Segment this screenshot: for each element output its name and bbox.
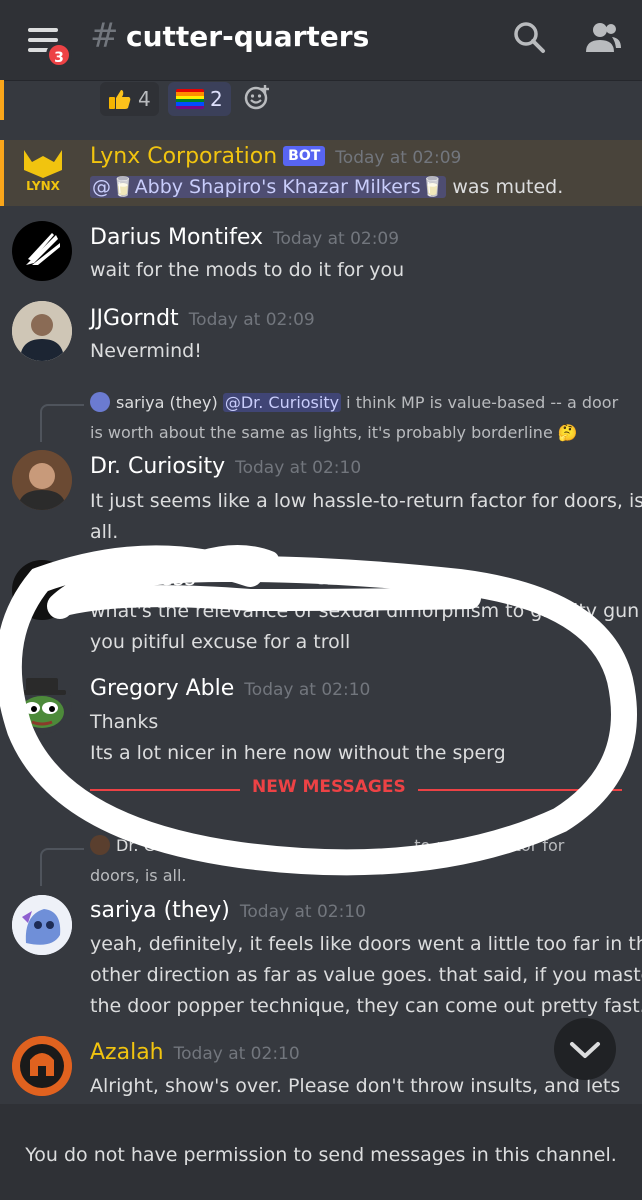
message-author[interactable]: sariya (they) Today at 02:10 — [90, 898, 366, 923]
message-content-line2: Its a lot nicer in here now without the … — [90, 742, 506, 764]
message-author[interactable]: Azalah Today at 02:10 — [90, 1040, 300, 1065]
hamburger-menu-icon[interactable]: 3 — [24, 20, 72, 68]
channel-title: cutter-quarters — [126, 20, 370, 53]
avatar[interactable] — [12, 450, 72, 510]
reply-preview-line2: is worth about the same as lights, it's … — [90, 423, 578, 442]
reaction-rainbow-flag[interactable]: 2 — [168, 82, 231, 116]
timestamp: 02:10 — [315, 570, 365, 590]
reply-preview[interactable]: Dr. Curiosity to-return factor for — [90, 831, 564, 860]
message-author[interactable]: Darius Montifex Today at 02:09 — [90, 225, 399, 250]
message-content: wait for the mods to do it for you — [90, 259, 405, 281]
timestamp: Today at 02:09 — [335, 148, 462, 168]
user-mention[interactable]: @🥛Abby Shapiro's Khazar Milkers🥛 — [90, 176, 447, 198]
avatar[interactable] — [12, 674, 72, 734]
message-lynx[interactable]: LYNX Lynx Corporation BOT Today at 02:09 @… — [0, 140, 642, 206]
avatar[interactable] — [12, 560, 72, 620]
timestamp: Today at 02:10 — [244, 680, 371, 700]
timestamp: Today at 02:10 — [235, 458, 362, 478]
message-content: Nevermind! — [90, 340, 202, 362]
channel-hash-icon: # — [90, 16, 119, 56]
reaction-thumbs-up[interactable]: 4 — [100, 82, 159, 116]
reply-connector — [40, 848, 84, 886]
unread-badge: 3 — [46, 42, 72, 68]
new-messages-label: NEW MESSAGES — [240, 777, 418, 797]
user-mention[interactable]: @Dr. Curiosity — [222, 393, 342, 412]
reply-avatar — [90, 835, 110, 855]
channel-header: 3 # cutter-quarters — [0, 0, 642, 80]
message-author[interactable]: stringless 02:10 — [90, 566, 365, 591]
message-content: Thanks — [90, 711, 159, 733]
rainbow-flag-icon — [176, 89, 204, 109]
reaction-count: 4 — [138, 87, 151, 111]
avatar[interactable] — [12, 895, 72, 955]
timestamp: Today at 02:10 — [239, 902, 366, 922]
reply-preview-line2: doors, is all. — [90, 866, 187, 885]
message-content-line2: all. — [90, 521, 119, 543]
message-input-disabled: You do not have permission to send messa… — [0, 1104, 642, 1200]
thumbs-up-icon — [109, 90, 131, 109]
bot-tag: BOT — [283, 146, 326, 166]
message-author[interactable]: Lynx Corporation BOT Today at 02:09 — [90, 144, 461, 169]
avatar[interactable] — [12, 301, 72, 361]
reply-avatar — [90, 392, 110, 412]
members-icon[interactable] — [584, 20, 622, 54]
message-content: yeah, definitely, it feels like doors we… — [90, 933, 642, 955]
svg-text:LYNX: LYNX — [26, 179, 61, 193]
jump-to-present-button[interactable] — [554, 1018, 616, 1080]
timestamp: Today at 02:09 — [273, 229, 400, 249]
message-author[interactable]: Dr. Curiosity Today at 02:10 — [90, 454, 361, 479]
timestamp: Today at 02:09 — [188, 310, 315, 330]
chevron-down-icon — [570, 1042, 600, 1058]
message-list[interactable]: 4 2 LYNX Lynx Corporation BOT Today at 02:… — [0, 80, 642, 1104]
reaction-count: 2 — [210, 87, 223, 111]
message-author[interactable]: JJGorndt Today at 02:09 — [90, 306, 315, 331]
avatar[interactable] — [12, 1036, 72, 1096]
add-reaction-icon[interactable] — [244, 84, 270, 110]
message-content-line2: you pitiful excuse for a troll — [90, 631, 351, 653]
message-content: Alright, show's over. Please don't throw… — [90, 1075, 621, 1097]
message-content: @🥛Abby Shapiro's Khazar Milkers🥛 was mut… — [90, 176, 564, 198]
message-content-line2: other direction as far as value goes. th… — [90, 964, 642, 986]
reply-preview[interactable]: sariya (they) @Dr. Curiosity i think MP … — [90, 388, 618, 417]
reaction-bar: 4 2 — [0, 80, 642, 120]
message-author[interactable]: Gregory Able Today at 02:10 — [90, 676, 370, 701]
message-content: It just seems like a low hassle-to-retur… — [90, 490, 642, 512]
no-permission-notice: You do not have permission to send messa… — [25, 1144, 617, 1166]
search-icon[interactable] — [512, 20, 546, 54]
lynx-logo-icon: LYNX — [24, 150, 62, 193]
reply-connector — [40, 404, 84, 442]
message-content: what's the relevance of sexual dimorphis… — [90, 600, 640, 622]
timestamp: Today at 02:10 — [173, 1044, 300, 1064]
avatar[interactable] — [12, 221, 72, 281]
